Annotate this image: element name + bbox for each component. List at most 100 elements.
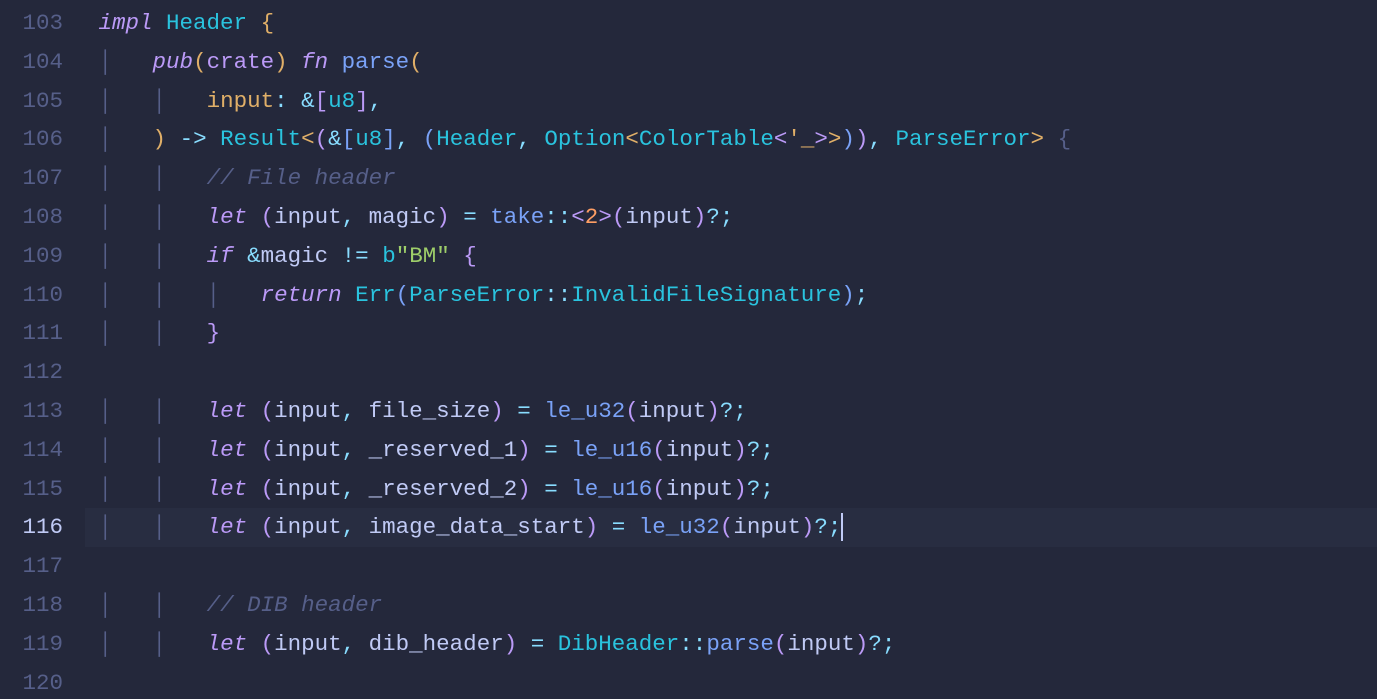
- fn-le-u32: le_u32: [639, 514, 720, 540]
- code-line[interactable]: │ │ let (input, _reserved_2) = le_u16(in…: [85, 470, 1377, 509]
- bracket-open: [: [342, 126, 356, 152]
- fn-take: take: [490, 204, 544, 230]
- fn-le-u16: le_u16: [571, 437, 652, 463]
- angle-close: >: [828, 126, 842, 152]
- comma: ,: [342, 514, 356, 540]
- line-number: 110: [0, 276, 63, 315]
- var-input: input: [274, 631, 342, 657]
- indent-guide: │: [153, 592, 167, 618]
- line-number: 120: [0, 664, 63, 699]
- comma: ,: [517, 126, 531, 152]
- code-line[interactable]: │ │ }: [85, 314, 1377, 353]
- code-line[interactable]: │ ) -> Result<(&[u8], (Header, Option<Co…: [85, 120, 1377, 159]
- code-line-current[interactable]: │ │ let (input, image_data_start) = le_u…: [85, 508, 1377, 547]
- equals: =: [612, 514, 626, 540]
- string-bm: "BM": [396, 243, 450, 269]
- indent-guide: │: [153, 631, 167, 657]
- brace-open: {: [261, 10, 275, 36]
- indent-guide: │: [153, 282, 167, 308]
- paren-open: (: [720, 514, 734, 540]
- text-cursor: [841, 513, 843, 541]
- arg-input: input: [666, 476, 734, 502]
- line-number: 105: [0, 82, 63, 121]
- type-result: Result: [220, 126, 301, 152]
- code-line[interactable]: [85, 353, 1377, 392]
- code-line[interactable]: │ │ // DIB header: [85, 586, 1377, 625]
- paren-open: (: [261, 398, 275, 424]
- keyword-let: let: [207, 437, 248, 463]
- code-line[interactable]: impl Header {: [85, 4, 1377, 43]
- code-line[interactable]: │ │ │ return Err(ParseError::InvalidFile…: [85, 276, 1377, 315]
- paren-close: ): [436, 204, 450, 230]
- amp: &: [247, 243, 261, 269]
- paren-open: (: [423, 126, 437, 152]
- brace-open: {: [1058, 126, 1072, 152]
- line-number: 107: [0, 159, 63, 198]
- keyword-let: let: [207, 398, 248, 424]
- angle-close: >: [1031, 126, 1045, 152]
- equals: =: [544, 476, 558, 502]
- keyword-impl: impl: [99, 10, 153, 36]
- indent-guide: │: [153, 437, 167, 463]
- line-number: 108: [0, 198, 63, 237]
- indent-guide: │: [153, 476, 167, 502]
- semicolon: ;: [720, 204, 734, 230]
- line-number: 104: [0, 43, 63, 82]
- paren-close: ): [841, 126, 855, 152]
- code-line[interactable]: │ │ let (input, file_size) = le_u32(inpu…: [85, 392, 1377, 431]
- paren-close: ): [517, 437, 531, 463]
- paren-close: ): [490, 398, 504, 424]
- var-image-data-start: image_data_start: [369, 514, 585, 540]
- angle-open: <: [571, 204, 585, 230]
- code-line[interactable]: │ pub(crate) fn parse(: [85, 43, 1377, 82]
- indent-guide: │: [99, 243, 113, 269]
- arrow: ->: [180, 126, 207, 152]
- indent-guide: │: [153, 88, 167, 114]
- keyword-return: return: [261, 282, 342, 308]
- indent-guide: │: [207, 282, 221, 308]
- code-line[interactable]: │ │ // File header: [85, 159, 1377, 198]
- paren-open: (: [261, 204, 275, 230]
- type-header: Header: [436, 126, 517, 152]
- indent-guide: │: [99, 476, 113, 502]
- code-line[interactable]: [85, 664, 1377, 699]
- paren-open: (: [612, 204, 626, 230]
- line-number: 106: [0, 120, 63, 159]
- keyword-let: let: [207, 514, 248, 540]
- arg-input: input: [787, 631, 855, 657]
- paren-open: (: [625, 398, 639, 424]
- arg-input: input: [733, 514, 801, 540]
- question-mark: ?: [747, 437, 761, 463]
- comma: ,: [396, 126, 410, 152]
- colon: :: [274, 88, 288, 114]
- indent-guide: │: [153, 514, 167, 540]
- comment-file-header: // File header: [207, 165, 396, 191]
- code-content[interactable]: impl Header { │ pub(crate) fn parse( │ │…: [85, 0, 1377, 699]
- neq: !=: [342, 243, 369, 269]
- paren-open: (: [193, 49, 207, 75]
- code-line[interactable]: │ │ let (input, _reserved_1) = le_u16(in…: [85, 431, 1377, 470]
- var-reserved-1: _reserved_1: [369, 437, 518, 463]
- comma: ,: [342, 204, 356, 230]
- brace-close: }: [207, 320, 221, 346]
- code-line[interactable]: [85, 547, 1377, 586]
- type-colortable: ColorTable: [639, 126, 774, 152]
- amp: &: [328, 126, 342, 152]
- code-line[interactable]: │ │ let (input, magic) = take::<2>(input…: [85, 198, 1377, 237]
- semicolon: ;: [760, 437, 774, 463]
- semicolon: ;: [733, 398, 747, 424]
- keyword-if: if: [207, 243, 234, 269]
- type-u8: u8: [355, 126, 382, 152]
- paren-close: ): [855, 631, 869, 657]
- line-number: 118: [0, 586, 63, 625]
- type-option: Option: [544, 126, 625, 152]
- code-editor[interactable]: 103 104 105 106 107 108 109 110 111 112 …: [0, 0, 1377, 699]
- var-input: input: [274, 437, 342, 463]
- semicolon: ;: [882, 631, 896, 657]
- line-number: 115: [0, 470, 63, 509]
- paren-open: (: [652, 476, 666, 502]
- code-line[interactable]: │ │ input: &[u8],: [85, 82, 1377, 121]
- code-line[interactable]: │ │ if &magic != b"BM" {: [85, 237, 1377, 276]
- type-parseerror: ParseError: [409, 282, 544, 308]
- code-line[interactable]: │ │ let (input, dib_header) = DibHeader:…: [85, 625, 1377, 664]
